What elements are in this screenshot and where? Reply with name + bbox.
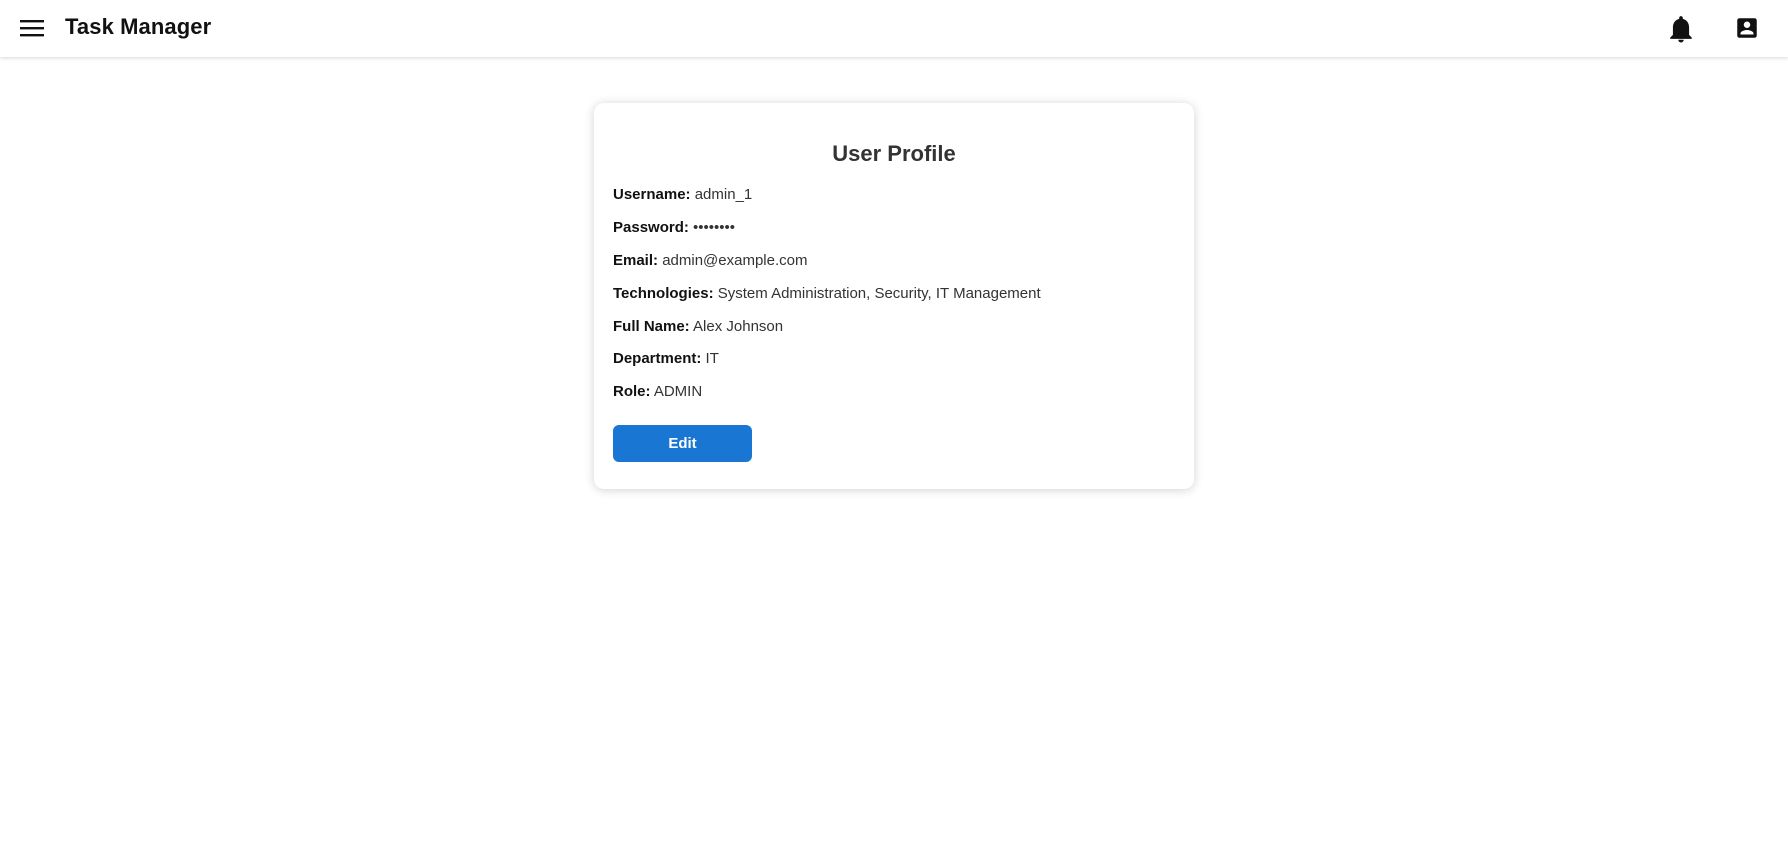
card-title: User Profile <box>832 141 956 166</box>
bell-icon[interactable] <box>1668 15 1694 43</box>
user-profile-card: User Profile Username: admin_1 Password:… <box>594 103 1194 489</box>
role-value: ADMIN <box>653 383 703 400</box>
username-label: Username: <box>613 186 691 203</box>
full-name-value: Alex Johnson <box>693 318 784 335</box>
account-box-icon[interactable] <box>1734 15 1760 41</box>
password-label: Password: <box>613 219 689 236</box>
password-row: Password: •••••••• <box>613 219 735 236</box>
role-row: Role: ADMIN <box>613 383 702 400</box>
department-row: Department: IT <box>613 350 719 367</box>
email-label: Email: <box>613 252 659 269</box>
technologies-row: Technologies: System Administration, Sec… <box>613 285 1041 302</box>
technologies-label: Technologies: <box>613 285 714 302</box>
role-label: Role: <box>613 383 651 400</box>
full-name-row: Full Name: Alex Johnson <box>613 318 783 335</box>
username-row: Username: admin_1 <box>613 186 752 203</box>
username-value: admin_1 <box>694 186 753 203</box>
edit-button[interactable]: Edit <box>613 425 752 462</box>
full-name-label: Full Name: <box>613 318 690 335</box>
email-row: Email: admin@example.com <box>613 252 807 269</box>
menu-icon[interactable] <box>20 18 44 38</box>
department-label: Department: <box>613 350 702 367</box>
department-value: IT <box>705 350 719 367</box>
password-value: •••••••• <box>693 219 736 236</box>
technologies-value: System Administration, Security, IT Mana… <box>717 285 1041 302</box>
app-bar: Task Manager <box>0 0 1788 57</box>
email-value: admin@example.com <box>662 252 808 269</box>
app-title: Task Manager <box>65 14 212 39</box>
